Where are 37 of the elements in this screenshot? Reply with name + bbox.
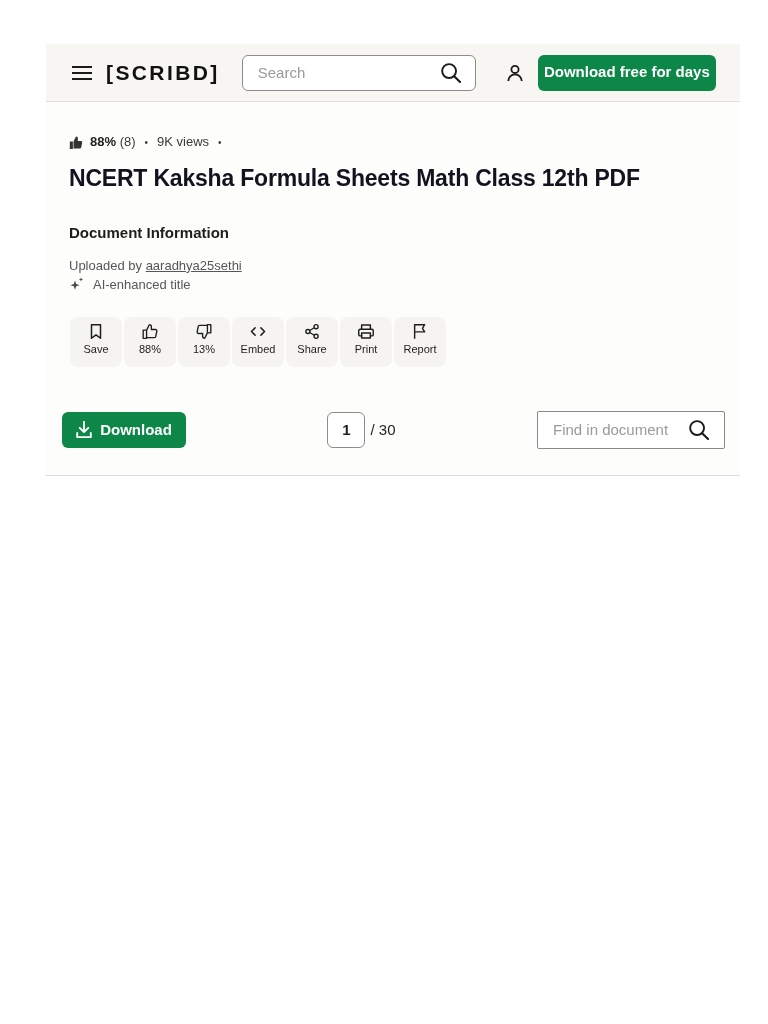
bookmark-icon — [88, 323, 104, 339]
find-in-document-field[interactable]: Find in document — [537, 410, 725, 449]
like-button[interactable]: 88% — [124, 316, 176, 367]
bullet-separator: • — [217, 135, 223, 150]
share-button[interactable]: Share — [286, 316, 338, 367]
print-button[interactable]: Print — [340, 316, 392, 367]
thumbs-up-icon — [142, 323, 158, 339]
embed-button[interactable]: Embed — [232, 316, 284, 367]
rating-text: 88% (8) — [90, 133, 136, 152]
printer-icon — [358, 323, 374, 339]
menu-button[interactable] — [72, 65, 92, 80]
thumbs-down-icon — [196, 323, 212, 339]
download-icon — [76, 421, 93, 439]
dislike-button[interactable]: 13% — [178, 316, 230, 367]
share-icon — [304, 323, 320, 339]
account-button[interactable] — [505, 63, 524, 82]
page-count: / 30 — [370, 419, 396, 440]
search-icon — [440, 62, 461, 83]
bullet-separator: • — [143, 135, 150, 150]
search-icon — [689, 419, 709, 440]
search-field[interactable]: Search — [241, 54, 476, 91]
page-number-field[interactable]: 1 — [327, 411, 366, 448]
views-count: 9K views — [157, 133, 210, 152]
download-button[interactable]: Download — [62, 411, 186, 448]
uploader-link[interactable]: aaradhya25sethi — [145, 257, 242, 273]
uploader-text: Uploaded by aaradhya25sethi — [69, 256, 243, 275]
document-title: NCERT Kaksha Formula Sheets Math Class 12th PDF — [69, 164, 641, 193]
menu-icon — [72, 65, 92, 80]
report-button[interactable]: Report — [394, 316, 446, 367]
ai-note: AI-enhanced title — [93, 275, 191, 294]
section-heading: Document Information — [69, 223, 230, 242]
scribd-logo[interactable]: [SCRIBD] — [106, 62, 220, 83]
flag-icon — [412, 323, 428, 339]
thumbs-up-icon — [69, 135, 83, 149]
download-free-button[interactable]: Download free for days — [537, 54, 716, 91]
user-icon — [505, 63, 524, 82]
save-button[interactable]: Save — [70, 316, 122, 367]
